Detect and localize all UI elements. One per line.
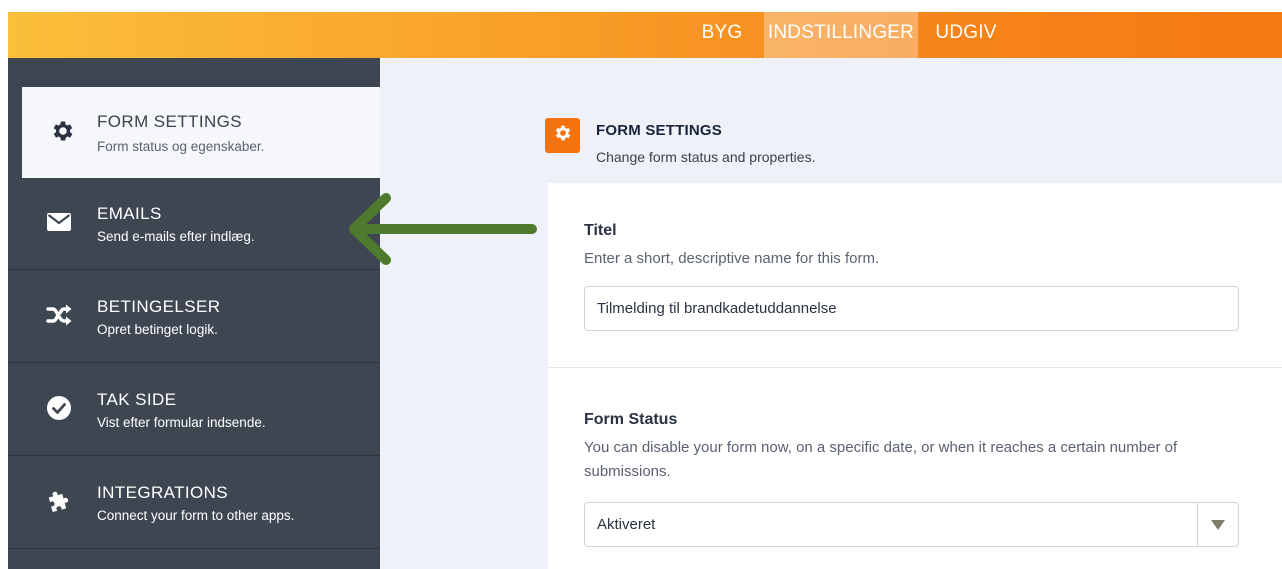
- tab-indstillinger[interactable]: INDSTILLINGER: [764, 12, 918, 58]
- tab-byg[interactable]: BYG: [680, 12, 764, 58]
- puzzle-icon: [46, 488, 72, 514]
- settings-sidebar: FORM SETTINGS Form status og egenskaber.…: [8, 58, 380, 569]
- sidebar-item-subtitle: Connect your form to other apps.: [97, 508, 295, 523]
- shuffle-icon: [46, 302, 72, 328]
- title-field-label: Titel: [584, 222, 617, 239]
- check-circle-icon: [46, 395, 72, 421]
- top-nav-tabs: BYG INDSTILLINGER UDGIV: [680, 12, 1014, 58]
- title-field-description: Enter a short, descriptive name for this…: [584, 250, 880, 267]
- sidebar-item-subtitle: Send e-mails efter indlæg.: [97, 229, 255, 244]
- sidebar-item-tak-side[interactable]: TAK SIDE Vist efter formular indsende.: [8, 363, 380, 456]
- form-status-description: You can disable your form now, on a spec…: [584, 439, 1178, 480]
- select-divider: [1197, 503, 1198, 546]
- form-status-select[interactable]: Aktiveret: [584, 502, 1239, 547]
- sidebar-item-subtitle: Form status og egenskaber.: [97, 139, 265, 154]
- title-input[interactable]: [584, 286, 1239, 331]
- sidebar-item-betingelser[interactable]: BETINGELSER Opret betinget logik.: [8, 270, 380, 363]
- settings-card: Titel Enter a short, descriptive name fo…: [548, 183, 1282, 569]
- form-settings-header-icon: [545, 118, 580, 153]
- sidebar-item-title: BETINGELSER: [97, 297, 221, 316]
- gear-icon: [553, 123, 573, 148]
- sidebar-item-title: EMAILS: [97, 204, 162, 223]
- sidebar-item-integrations[interactable]: INTEGRATIONS Connect your form to other …: [8, 456, 380, 549]
- triangle-down-icon: [1208, 518, 1228, 532]
- card-divider: [548, 367, 1282, 368]
- sidebar-item-title: FORM SETTINGS: [97, 112, 242, 131]
- annotation-arrow: [349, 193, 537, 265]
- gear-icon: [50, 118, 76, 144]
- form-status-value: Aktiveret: [597, 516, 656, 533]
- sidebar-item-subtitle: Opret betinget logik.: [97, 322, 218, 337]
- sidebar-item-subtitle: Vist efter formular indsende.: [97, 415, 266, 430]
- page-subtitle: Change form status and properties.: [596, 149, 816, 165]
- app-window: BYG INDSTILLINGER UDGIV FORM SETTINGS Fo…: [8, 12, 1282, 569]
- envelope-icon: [46, 209, 72, 235]
- sidebar-item-form-settings[interactable]: FORM SETTINGS Form status og egenskaber.: [22, 87, 380, 178]
- sidebar-item-emails[interactable]: EMAILS Send e-mails efter indlæg.: [8, 177, 380, 270]
- sidebar-item-title: TAK SIDE: [97, 390, 177, 409]
- page-title: FORM SETTINGS: [596, 122, 722, 139]
- tab-udgiv[interactable]: UDGIV: [918, 12, 1014, 58]
- top-navigation-bar: BYG INDSTILLINGER UDGIV: [8, 12, 1282, 58]
- form-status-label: Form Status: [584, 411, 678, 428]
- sidebar-item-title: INTEGRATIONS: [97, 483, 229, 502]
